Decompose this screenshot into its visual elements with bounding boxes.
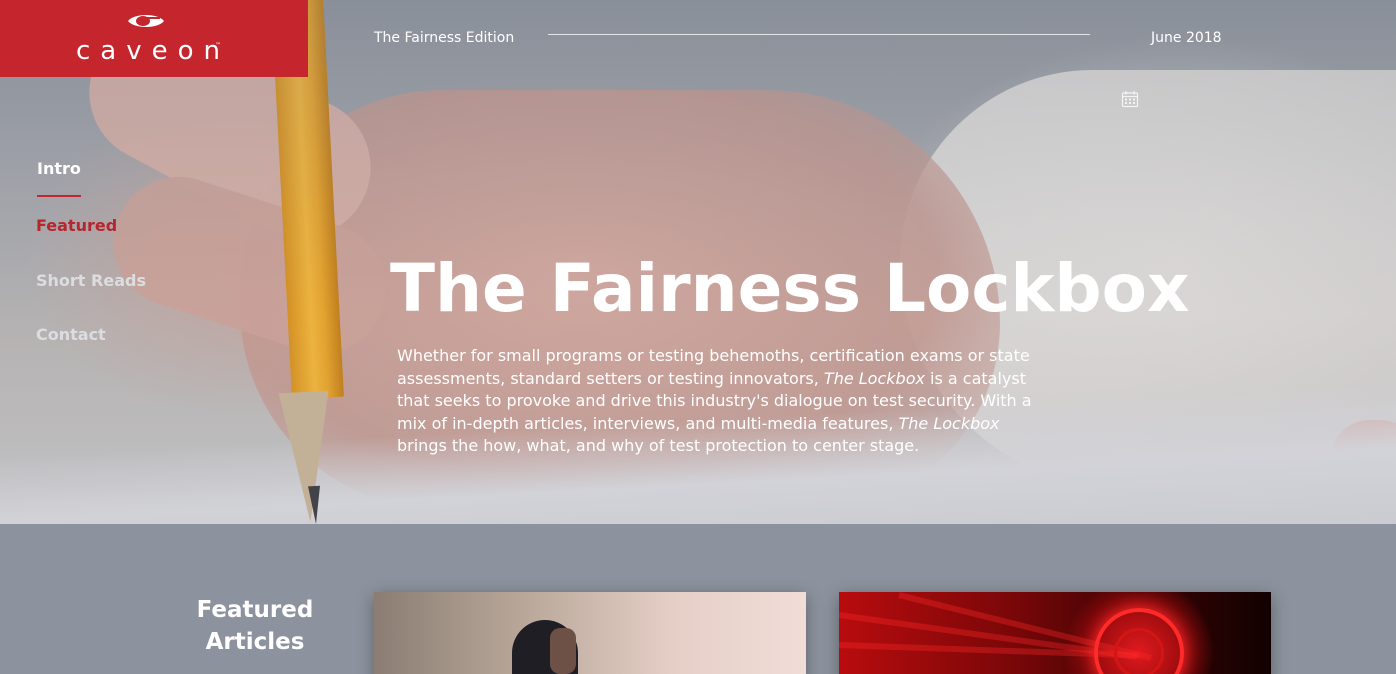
logo-trademark: ™ — [215, 42, 221, 49]
featured-article-card[interactable] — [839, 592, 1271, 674]
nav-item-featured[interactable]: Featured — [36, 216, 117, 235]
featured-articles-heading: Featured Articles — [196, 597, 314, 655]
logo-wordmark: caveon — [76, 36, 230, 66]
nav-item-intro[interactable]: Intro — [37, 159, 81, 178]
nav-item-contact[interactable]: Contact — [36, 325, 106, 344]
featured-article-card[interactable] — [374, 592, 806, 674]
issue-date: June 2018 — [1151, 30, 1222, 46]
hero-description-part: brings the how, what, and why of test pr… — [397, 436, 920, 455]
vault-dial-inner-shape — [1114, 628, 1164, 674]
header-divider — [548, 34, 1090, 35]
eye-logo-icon — [128, 15, 164, 27]
lockbox-emphasis: The Lockbox — [898, 413, 1000, 433]
calendar-icon[interactable] — [1121, 90, 1139, 108]
person-face-shape — [550, 628, 576, 674]
hero-title: The Fairness Lockbox — [390, 250, 1190, 327]
hero-description: Whether for small programs or testing be… — [397, 345, 1037, 458]
caveon-logo[interactable]: caveon ™ — [0, 0, 308, 77]
edition-label: The Fairness Edition — [374, 30, 515, 46]
lockbox-emphasis: The Lockbox — [823, 368, 925, 388]
nav-active-indicator — [37, 195, 81, 197]
nav-item-short-reads[interactable]: Short Reads — [36, 271, 146, 290]
